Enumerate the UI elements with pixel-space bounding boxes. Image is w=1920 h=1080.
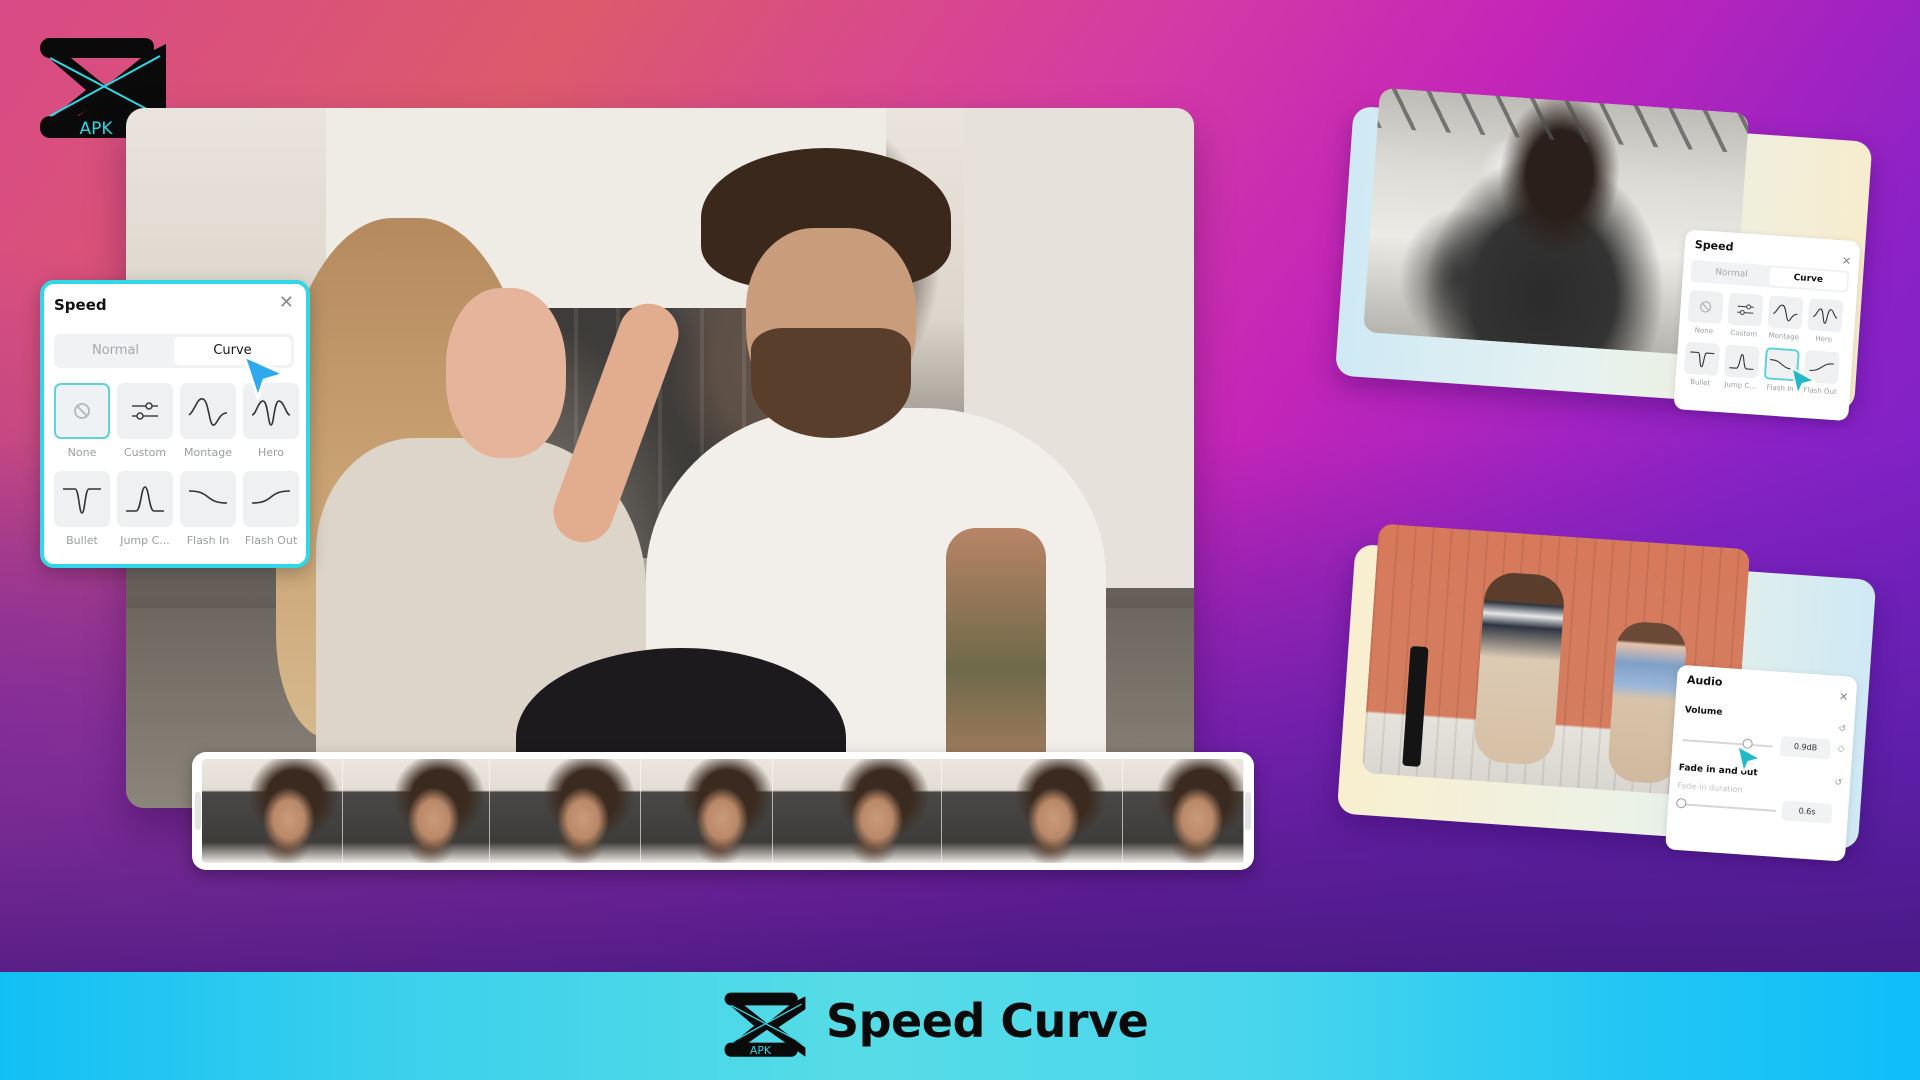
cursor-pointer-icon bbox=[1787, 365, 1819, 399]
cursor-pointer-icon bbox=[240, 352, 288, 402]
audio-panel: Audio ✕ Volume ↺ 0.9dB ◇ Fade in and out… bbox=[1665, 664, 1858, 862]
preset-jump-cut[interactable]: Jump C... bbox=[117, 471, 173, 547]
preset-bullet[interactable]: Bullet bbox=[54, 471, 110, 547]
volume-value-field[interactable]: 0.9dB bbox=[1779, 736, 1832, 760]
mini-speed-panel: Speed ✕ Normal Curve None Custom Montage… bbox=[1673, 229, 1861, 422]
preset-bullet[interactable]: Bullet bbox=[1683, 341, 1721, 388]
mini-speed-tabs: Normal Curve bbox=[1690, 259, 1850, 293]
preset-none[interactable]: None bbox=[1687, 289, 1724, 336]
preset-montage[interactable]: Montage bbox=[1766, 295, 1804, 341]
montage-curve-icon bbox=[1773, 304, 1798, 322]
preset-flash-in[interactable]: Flash In bbox=[180, 471, 236, 547]
man-beard bbox=[751, 328, 911, 438]
filmstrip-frames bbox=[202, 759, 1244, 863]
banner-title: Speed Curve bbox=[826, 994, 1149, 1048]
flash-out-curve-icon bbox=[251, 490, 291, 504]
reset-icon[interactable]: ↺ bbox=[1834, 778, 1842, 789]
audio-feature-card: Audio ✕ Volume ↺ 0.9dB ◇ Fade in and out… bbox=[1334, 522, 1886, 888]
fade-in-slider[interactable] bbox=[1676, 802, 1777, 812]
preset-custom[interactable]: Custom bbox=[117, 383, 173, 459]
tab-normal[interactable]: Normal bbox=[1692, 262, 1770, 285]
speed-panel-title: Speed bbox=[54, 296, 107, 314]
phone-tripod bbox=[1402, 645, 1429, 767]
preset-hero[interactable]: Hero bbox=[1806, 298, 1844, 344]
bullet-curve-icon bbox=[63, 488, 101, 514]
gym-truss bbox=[1377, 87, 1750, 154]
flash-in-curve-icon bbox=[188, 490, 228, 504]
cursor-pointer-icon bbox=[1732, 743, 1764, 777]
jump-cut-curve-icon bbox=[126, 486, 164, 512]
filmstrip-frame bbox=[640, 759, 774, 863]
close-icon[interactable]: ✕ bbox=[279, 294, 294, 312]
filmstrip-frame bbox=[489, 759, 641, 863]
fade-in-duration-label: Fade-in duration bbox=[1677, 780, 1743, 795]
close-icon[interactable]: ✕ bbox=[1838, 690, 1848, 704]
volume-label: Volume bbox=[1684, 705, 1723, 718]
mini-speed-title: Speed bbox=[1694, 238, 1734, 254]
dancer-one bbox=[1472, 571, 1566, 767]
montage-curve-icon bbox=[188, 398, 228, 426]
fade-in-value-field[interactable]: 0.6s bbox=[1781, 800, 1833, 824]
svg-text:APK: APK bbox=[750, 1044, 772, 1057]
bullet-curve-icon bbox=[1690, 351, 1715, 368]
girl-face bbox=[446, 288, 566, 458]
speed-feature-card: Speed ✕ Normal Curve None Custom Montage… bbox=[1332, 86, 1884, 452]
capcut-apk-logo: APK bbox=[722, 990, 808, 1058]
tab-normal[interactable]: Normal bbox=[57, 337, 174, 365]
preset-jump-cut[interactable]: Jump C... bbox=[1723, 344, 1760, 391]
keyframe-diamond-icon[interactable]: ◇ bbox=[1837, 744, 1845, 754]
filmstrip-frame bbox=[342, 759, 490, 863]
filmstrip-frame bbox=[202, 759, 343, 863]
capcut-logo-icon: APK bbox=[724, 992, 806, 1057]
reset-icon[interactable]: ↺ bbox=[1838, 724, 1846, 735]
speed-panel: Speed ✕ Normal Curve None Custom Montage… bbox=[40, 280, 310, 568]
filmstrip-frame bbox=[1123, 759, 1244, 863]
svg-text:APK: APK bbox=[79, 119, 113, 139]
sliders-icon bbox=[132, 402, 158, 420]
fade-in-slider-knob[interactable] bbox=[1675, 797, 1687, 809]
none-icon bbox=[74, 403, 90, 419]
audio-panel-title: Audio bbox=[1686, 673, 1723, 689]
hero-curve-icon bbox=[1813, 308, 1838, 324]
trim-handle-left[interactable] bbox=[195, 792, 201, 830]
timeline-filmstrip[interactable] bbox=[192, 752, 1254, 870]
feature-banner: APK Speed Curve bbox=[0, 972, 1920, 1080]
close-icon[interactable]: ✕ bbox=[1841, 254, 1851, 268]
preset-flash-out[interactable]: Flash Out bbox=[243, 471, 299, 547]
tab-curve[interactable]: Curve bbox=[1769, 267, 1848, 291]
sliders-icon bbox=[1737, 304, 1754, 315]
jump-cut-curve-icon bbox=[1729, 354, 1754, 370]
preset-custom[interactable]: Custom bbox=[1727, 292, 1764, 339]
filmstrip-frame bbox=[773, 759, 943, 863]
none-icon bbox=[1699, 301, 1712, 313]
preset-none[interactable]: None bbox=[54, 383, 110, 459]
filmstrip-frame bbox=[942, 759, 1124, 863]
trim-handle-right[interactable] bbox=[1245, 792, 1251, 830]
preset-montage[interactable]: Montage bbox=[180, 383, 236, 459]
